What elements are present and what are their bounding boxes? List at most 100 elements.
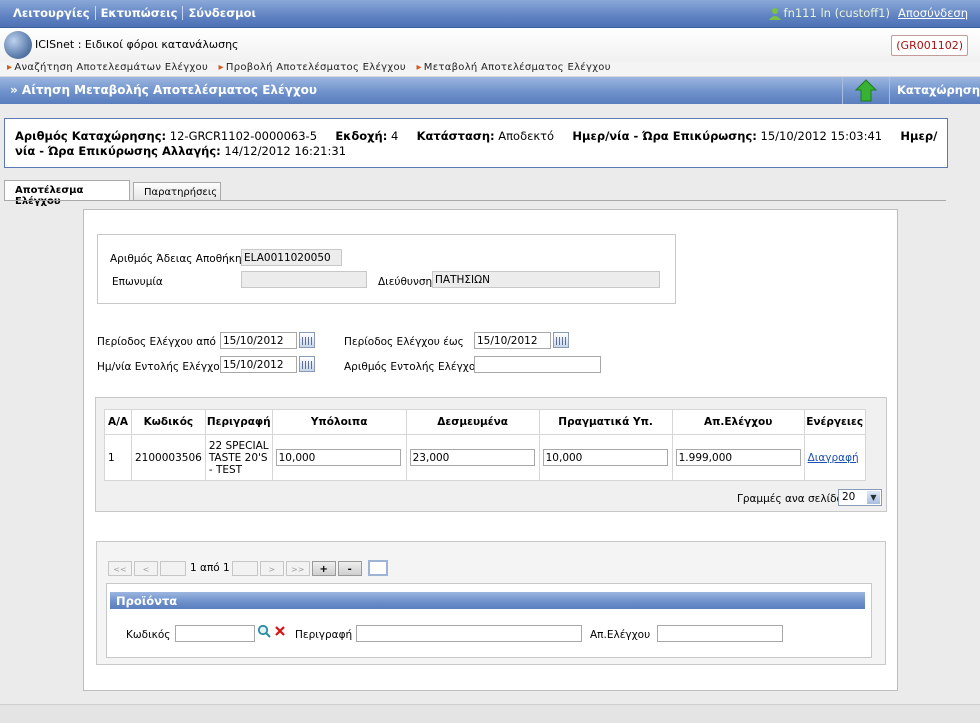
- col-actions: Ενέργειες: [803, 409, 866, 435]
- address-label: Διεύθυνση: [378, 276, 433, 288]
- reg-value: 12-GRCR1102-0000063-5: [169, 129, 318, 143]
- menu-prints[interactable]: Εκτυπώσεις: [96, 6, 184, 20]
- name-field: [241, 271, 367, 288]
- change-value: 14/12/2012 16:21:31: [224, 144, 347, 158]
- cell-description: 22 SPECIAL TASTE 20'S - TEST: [204, 434, 273, 481]
- prev-page-button[interactable]: <: [134, 560, 158, 576]
- office-code-badge: (GR001102): [891, 35, 968, 56]
- pager: << < 1 από 1 > >> + -: [108, 560, 388, 576]
- items-table: Α/Α Κωδικός Περιγραφή Υπόλοιπα Δεσμευμέν…: [104, 409, 866, 481]
- first-page-button[interactable]: <<: [108, 560, 132, 576]
- tab-divider: [4, 200, 946, 201]
- user-area: fn111 ln (custoff1) Αποσύνδεση: [768, 6, 968, 20]
- period-to-input[interactable]: 15/10/2012: [474, 332, 551, 349]
- arrow-up-icon: [854, 79, 878, 102]
- product-result-input[interactable]: [657, 625, 783, 642]
- page-number-box[interactable]: [160, 560, 186, 576]
- record-info-box: Αριθμός Καταχώρησης: 12-GRCR1102-0000063…: [4, 118, 948, 168]
- order-no-label: Αριθμός Εντολής Ελέγχου: [344, 361, 482, 373]
- version-label: Εκδοχή:: [335, 129, 388, 143]
- status-bar: [0, 704, 980, 723]
- page-indicator: 1 από 1: [190, 562, 230, 574]
- confirm-label: Ημερ/νία - Ώρα Επικύρωσης:: [572, 129, 757, 143]
- save-button[interactable]: Καταχώρηση: [897, 83, 980, 97]
- col-description: Περιγραφή: [204, 409, 273, 435]
- top-menu-bar: Λειτουργίες Εκτυπώσεις Σύνδεσμοι fn111 l…: [0, 0, 980, 28]
- period-to-label: Περίοδος Ελέγχου έως: [344, 336, 464, 348]
- confirm-value: 15/10/2012 15:03:41: [760, 129, 883, 143]
- name-label: Επωνυμία: [112, 276, 163, 288]
- period-from-input[interactable]: 15/10/2012: [220, 332, 297, 349]
- menu-operations[interactable]: Λειτουργίες: [8, 6, 96, 20]
- order-date-label: Ημ/νία Εντολής Ελέγχου: [97, 361, 226, 373]
- reserved-input[interactable]: 23,000: [409, 449, 535, 466]
- order-no-input[interactable]: [474, 356, 601, 373]
- cell-aa: 1: [104, 434, 132, 481]
- reg-label: Αριθμός Καταχώρησης:: [15, 129, 167, 143]
- products-title: Προϊόντα: [110, 592, 865, 609]
- actual-input[interactable]: 10,000: [542, 449, 668, 466]
- window-icon[interactable]: [367, 560, 388, 576]
- section-header: » Αίτηση Μεταβολής Αποτελέσματος Ελέγχου…: [0, 77, 980, 104]
- app-title: ICISnet : Ειδικοί φόροι κατανάλωσης: [35, 38, 239, 51]
- page-input-box[interactable]: [231, 560, 258, 576]
- next-page-button[interactable]: >: [259, 560, 284, 576]
- cell-code: 2100003506: [131, 434, 206, 481]
- address-field: ΠΑΤΗΣΙΩΝ: [432, 271, 660, 288]
- breadcrumb-search-results[interactable]: Αναζήτηση Αποτελεσμάτων Ελέγχου: [7, 62, 208, 73]
- product-desc-input[interactable]: [356, 625, 582, 642]
- status-label: Κατάσταση:: [416, 129, 495, 143]
- col-balance: Υπόλοιπα: [271, 409, 407, 435]
- balance-input[interactable]: 10,000: [275, 449, 401, 466]
- submit-arrow-button[interactable]: [842, 77, 890, 104]
- app-header: ICISnet : Ειδικοί φόροι κατανάλωσης (GR0…: [0, 28, 980, 62]
- product-code-input[interactable]: [175, 625, 255, 642]
- delete-link[interactable]: Διαγραφή: [808, 452, 859, 464]
- last-page-button[interactable]: >>: [285, 560, 310, 576]
- license-label: Αριθμός Άδειας Αποθήκης: [110, 253, 248, 265]
- record-info-text: Αριθμός Καταχώρησης: 12-GRCR1102-0000063…: [15, 129, 951, 159]
- col-reserved: Δεσμευμένα: [405, 409, 540, 435]
- cell-reserved: 23,000: [405, 434, 540, 481]
- cell-actual: 10,000: [538, 434, 673, 481]
- rows-per-page-value: 20: [842, 491, 856, 503]
- calendar-icon[interactable]: [299, 356, 315, 372]
- breadcrumb: Αναζήτηση Αποτελεσμάτων Ελέγχου Προβολή …: [0, 62, 980, 77]
- search-icon[interactable]: [257, 624, 271, 638]
- tab-remarks[interactable]: Παρατηρήσεις: [133, 182, 221, 201]
- col-code: Κωδικός: [131, 409, 206, 435]
- calendar-icon[interactable]: [553, 332, 569, 348]
- license-field: ELA0011020050: [241, 249, 342, 266]
- rows-per-page-label: Γραμμές ανα σελίδα:: [737, 493, 847, 505]
- clear-icon[interactable]: [274, 625, 286, 637]
- remove-row-button[interactable]: -: [337, 560, 362, 576]
- logout-link[interactable]: Αποσύνδεση: [898, 6, 968, 20]
- user-icon: [768, 7, 781, 20]
- result-input[interactable]: 1.999,000: [675, 449, 801, 466]
- table-row: 1 2100003506 22 SPECIAL TASTE 20'S - TES…: [104, 434, 866, 481]
- chevron-down-icon: ▼: [867, 491, 880, 504]
- product-code-label: Κωδικός: [126, 629, 171, 641]
- status-value: Αποδεκτό: [498, 129, 555, 143]
- cell-balance: 10,000: [271, 434, 407, 481]
- version-value: 4: [391, 129, 399, 143]
- globe-icon: [4, 31, 32, 59]
- warehouse-fieldset: [97, 234, 676, 304]
- col-actual: Πραγματικά Υπ.: [538, 409, 673, 435]
- product-result-label: Απ.Ελέγχου: [590, 629, 651, 641]
- breadcrumb-view-result[interactable]: Προβολή Αποτελέσματος Ελέγχου: [219, 62, 406, 73]
- page-title: » Αίτηση Μεταβολής Αποτελέσματος Ελέγχου: [10, 83, 317, 97]
- table-header-row: Α/Α Κωδικός Περιγραφή Υπόλοιπα Δεσμευμέν…: [104, 409, 866, 435]
- add-row-button[interactable]: +: [311, 560, 336, 576]
- user-name: fn111 ln (custoff1): [783, 6, 890, 20]
- col-control-result: Απ.Ελέγχου: [671, 409, 805, 435]
- calendar-icon[interactable]: [299, 332, 315, 348]
- rows-per-page-select[interactable]: 20 ▼: [838, 489, 882, 506]
- order-date-input[interactable]: 15/10/2012: [220, 356, 297, 373]
- main-menu: Λειτουργίες Εκτυπώσεις Σύνδεσμοι: [8, 6, 261, 20]
- tab-control-result[interactable]: Αποτέλεσμα Ελέγχου: [4, 180, 130, 207]
- breadcrumb-change-result[interactable]: Μεταβολή Αποτελέσματος Ελέγχου: [416, 62, 610, 73]
- menu-links[interactable]: Σύνδεσμοι: [183, 6, 261, 20]
- cell-result: 1.999,000: [671, 434, 805, 481]
- period-from-label: Περίοδος Ελέγχου από: [97, 336, 216, 348]
